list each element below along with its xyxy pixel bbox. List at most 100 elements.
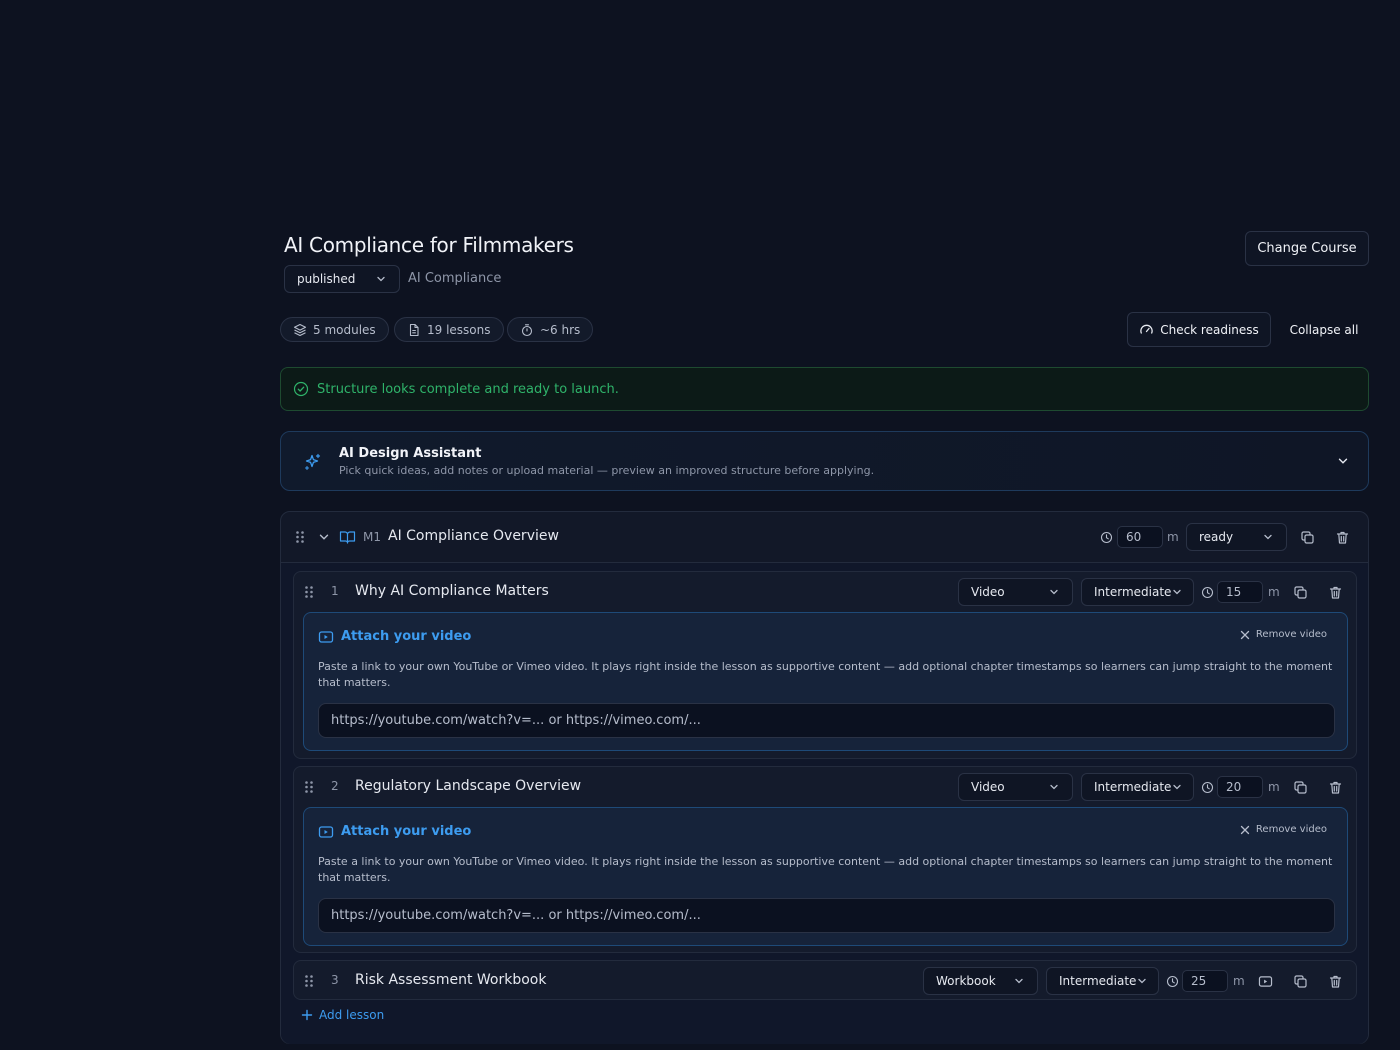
course-title: AI Compliance for Filmmakers bbox=[284, 233, 574, 257]
chevron-down-icon bbox=[1048, 781, 1060, 793]
lesson-duration-unit: m bbox=[1233, 974, 1245, 988]
lesson-title[interactable]: Why AI Compliance Matters bbox=[355, 583, 549, 599]
video-icon bbox=[318, 825, 334, 839]
video-icon[interactable] bbox=[1255, 971, 1275, 991]
lesson-number: 1 bbox=[331, 584, 339, 598]
lesson-duration-unit: m bbox=[1268, 585, 1280, 599]
lesson-level-select[interactable]: Intermediate bbox=[1046, 967, 1159, 995]
chevron-down-icon bbox=[1262, 531, 1274, 543]
change-course-button[interactable]: Change Course bbox=[1245, 231, 1369, 266]
attach-video-panel: Attach your video Remove video Paste a l… bbox=[303, 807, 1348, 946]
lesson-level-value: Intermediate bbox=[1094, 780, 1172, 794]
drag-handle-icon[interactable] bbox=[295, 530, 305, 544]
lesson-row: 3 Risk Assessment Workbook Workbook Inte… bbox=[294, 961, 1356, 1001]
attach-video-title: Attach your video bbox=[341, 629, 472, 644]
lesson-type-select[interactable]: Workbook bbox=[923, 967, 1038, 995]
remove-video-button[interactable]: Remove video bbox=[1240, 629, 1327, 640]
duration-badge: ~6 hrs bbox=[507, 317, 594, 342]
lesson-number: 3 bbox=[331, 973, 339, 987]
remove-video-label: Remove video bbox=[1255, 629, 1327, 640]
chevron-down-icon bbox=[1048, 586, 1060, 598]
duplicate-lesson-icon[interactable] bbox=[1290, 777, 1310, 797]
close-icon bbox=[1240, 630, 1250, 640]
lesson-level-value: Intermediate bbox=[1059, 974, 1137, 988]
chevron-down-icon bbox=[1136, 975, 1148, 987]
module-duration-input[interactable]: 60 bbox=[1117, 526, 1163, 548]
trash-lesson-icon[interactable] bbox=[1325, 582, 1345, 602]
modules-count: 5 modules bbox=[313, 322, 376, 337]
clock-icon bbox=[1197, 582, 1217, 602]
chevron-down-icon bbox=[1013, 975, 1025, 987]
drag-handle-icon[interactable] bbox=[304, 780, 314, 794]
plus-icon bbox=[301, 1009, 313, 1021]
remove-video-label: Remove video bbox=[1255, 824, 1327, 835]
attach-video-panel: Attach your video Remove video Paste a l… bbox=[303, 612, 1348, 751]
video-url-input[interactable]: https://youtube.com/watch?v=... or https… bbox=[318, 898, 1335, 933]
document-icon bbox=[407, 323, 421, 337]
lesson-type-value: Video bbox=[971, 585, 1005, 599]
gauge-icon bbox=[1139, 322, 1154, 337]
video-url-input[interactable]: https://youtube.com/watch?v=... or https… bbox=[318, 703, 1335, 738]
attach-video-description: Paste a link to your own YouTube or Vime… bbox=[318, 660, 1333, 689]
clock-icon bbox=[1197, 777, 1217, 797]
course-status-select[interactable]: published bbox=[284, 265, 400, 293]
module-status-value: ready bbox=[1199, 530, 1234, 544]
chevron-down-icon bbox=[1171, 586, 1183, 598]
lesson-type-value: Workbook bbox=[936, 974, 996, 988]
module-status-select[interactable]: ready bbox=[1186, 523, 1287, 551]
lesson-level-select[interactable]: Intermediate bbox=[1081, 773, 1194, 801]
collapse-all-button[interactable]: Collapse all bbox=[1280, 312, 1368, 347]
lesson-type-select[interactable]: Video bbox=[958, 578, 1073, 606]
lesson-level-select[interactable]: Intermediate bbox=[1081, 578, 1194, 606]
add-lesson-button[interactable]: Add lesson bbox=[301, 1008, 384, 1022]
remove-video-button[interactable]: Remove video bbox=[1240, 824, 1327, 835]
lesson-type-value: Video bbox=[971, 780, 1005, 794]
readiness-message: Structure looks complete and ready to la… bbox=[317, 381, 619, 397]
ai-design-assistant-panel[interactable]: AI Design Assistant Pick quick ideas, ad… bbox=[280, 431, 1369, 491]
check-readiness-label: Check readiness bbox=[1160, 322, 1259, 337]
lesson-duration-input[interactable]: 25 bbox=[1182, 970, 1228, 992]
lesson-row: 2 Regulatory Landscape Overview Video In… bbox=[294, 767, 1356, 807]
lesson-duration-input[interactable]: 15 bbox=[1217, 581, 1263, 603]
course-status-value: published bbox=[297, 272, 356, 286]
trash-module-icon[interactable] bbox=[1332, 527, 1352, 547]
drag-handle-icon[interactable] bbox=[304, 974, 314, 988]
sparkles-icon bbox=[303, 452, 323, 472]
attach-video-title: Attach your video bbox=[341, 824, 472, 839]
close-icon bbox=[1240, 825, 1250, 835]
assistant-title: AI Design Assistant bbox=[339, 446, 482, 461]
attach-video-description: Paste a link to your own YouTube or Vime… bbox=[318, 855, 1333, 884]
chevron-down-icon bbox=[1171, 781, 1183, 793]
chevron-down-icon[interactable] bbox=[317, 530, 331, 544]
check-readiness-button[interactable]: Check readiness bbox=[1127, 312, 1271, 347]
lesson-level-value: Intermediate bbox=[1094, 585, 1172, 599]
duplicate-lesson-icon[interactable] bbox=[1290, 582, 1310, 602]
module-duration-unit: m bbox=[1167, 530, 1179, 544]
module-title[interactable]: AI Compliance Overview bbox=[388, 528, 559, 544]
total-duration: ~6 hrs bbox=[540, 322, 581, 337]
lesson-card: 3 Risk Assessment Workbook Workbook Inte… bbox=[293, 960, 1357, 1000]
trash-lesson-icon[interactable] bbox=[1325, 777, 1345, 797]
course-category: AI Compliance bbox=[408, 271, 502, 286]
modules-count-badge: 5 modules bbox=[280, 317, 389, 342]
drag-handle-icon[interactable] bbox=[304, 585, 314, 599]
chevron-down-icon[interactable] bbox=[1336, 454, 1350, 468]
lesson-card: 2 Regulatory Landscape Overview Video In… bbox=[293, 766, 1357, 953]
lesson-duration-input[interactable]: 20 bbox=[1217, 776, 1263, 798]
module-card: M1 AI Compliance Overview 60 m ready 1 W… bbox=[280, 511, 1369, 1044]
chevron-down-icon bbox=[375, 273, 387, 285]
assistant-subtitle: Pick quick ideas, add notes or upload ma… bbox=[339, 464, 875, 477]
layers-icon bbox=[293, 323, 307, 337]
duplicate-module-icon[interactable] bbox=[1297, 527, 1317, 547]
video-icon bbox=[318, 630, 334, 644]
clock-icon bbox=[1096, 527, 1116, 547]
lessons-count-badge: 19 lessons bbox=[394, 317, 504, 342]
clock-icon bbox=[1162, 971, 1182, 991]
trash-lesson-icon[interactable] bbox=[1325, 971, 1345, 991]
lesson-type-select[interactable]: Video bbox=[958, 773, 1073, 801]
lesson-title[interactable]: Regulatory Landscape Overview bbox=[355, 778, 581, 794]
book-open-icon bbox=[339, 529, 356, 545]
module-code: M1 bbox=[363, 530, 381, 544]
lesson-title[interactable]: Risk Assessment Workbook bbox=[355, 972, 546, 988]
duplicate-lesson-icon[interactable] bbox=[1290, 971, 1310, 991]
